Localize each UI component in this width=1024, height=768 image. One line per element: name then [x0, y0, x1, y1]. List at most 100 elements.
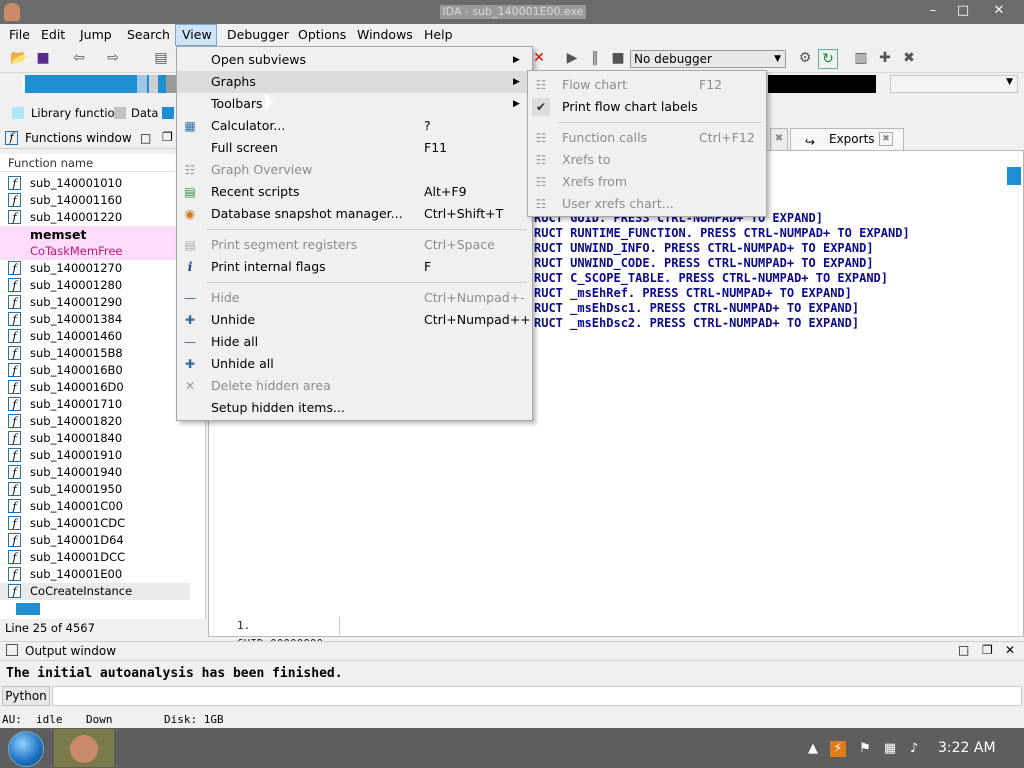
graphs-item-print-flow-chart-labels[interactable]: ✔ Print flow chart labels — [528, 96, 766, 118]
function-row[interactable]: f sub_140001CDC — [0, 515, 190, 532]
menu-options[interactable]: Options — [292, 24, 352, 46]
menu-edit[interactable]: Edit — [35, 24, 71, 46]
disassembly-status: 1. GUID:00000000 — [210, 617, 340, 650]
function-row[interactable]: f sub_140001DCC — [0, 549, 190, 566]
terminate-icon[interactable]: ■ — [609, 49, 627, 67]
view-menu-item-recent-scripts[interactable]: ▤ Recent scripts Alt+F9 — [177, 181, 532, 203]
view-menu-item-print-internal-flags[interactable]: i Print internal flags F — [177, 256, 532, 278]
view-menu-item-toolbars[interactable]: Toolbars ▶ — [177, 93, 532, 115]
menu-help[interactable]: Help — [418, 24, 459, 46]
view-menu-item-unhide[interactable]: ✚ Unhide Ctrl+Numpad++ — [177, 309, 532, 331]
function-row[interactable]: f sub_1400016B0 — [0, 362, 190, 379]
function-row[interactable]: f sub_140001384 — [0, 311, 190, 328]
flag-icon[interactable]: ⚑ — [857, 741, 873, 757]
segment-select[interactable]: ▼ — [890, 75, 1018, 93]
menu-separator — [558, 122, 762, 123]
function-icon: f — [8, 499, 21, 513]
tray-expand-icon[interactable]: ▲ — [805, 741, 821, 757]
network-icon[interactable]: ▦ — [882, 741, 898, 757]
forward-icon[interactable]: ⇨ — [104, 49, 122, 67]
function-row[interactable]: f sub_140001D64 — [0, 532, 190, 549]
function-row[interactable]: f sub_140001820 — [0, 413, 190, 430]
save-icon[interactable]: ■ — [34, 49, 52, 67]
layout-icon[interactable]: ▥ — [852, 49, 870, 67]
menu-view[interactable]: View — [175, 24, 217, 46]
function-row[interactable]: f sub_140001290 — [0, 294, 190, 311]
disassembly-line[interactable]: RUCT _msEhDsc1. PRESS CTRL-NUMPAD+ TO EX… — [534, 301, 859, 315]
function-row[interactable]: f sub_1400015B8 — [0, 345, 190, 362]
function-row[interactable]: f sub_140001460 — [0, 328, 190, 345]
tab-exports[interactable]: ↪ Exports ✖ — [790, 128, 904, 150]
tab-close-icon[interactable]: ✖ — [770, 128, 788, 150]
view-menu-item-calculator[interactable]: ▦ Calculator...? — [177, 115, 532, 137]
start-button[interactable] — [8, 731, 44, 767]
pause-icon[interactable]: ‖ — [586, 49, 604, 67]
debugger-select[interactable]: No debugger ▼ — [630, 50, 786, 68]
function-row[interactable]: f sub_140001710 — [0, 396, 190, 413]
navigation-band[interactable] — [22, 75, 178, 93]
function-row[interactable]: f sub_140001950 — [0, 481, 190, 498]
menu-windows[interactable]: Windows — [351, 24, 419, 46]
function-row[interactable]: f CoCreateInstance — [0, 583, 190, 600]
view-menu-item-hide-all[interactable]: — Hide all — [177, 331, 532, 353]
menu-item-label: Setup hidden items... — [211, 400, 345, 415]
view-menu-item-full-screen[interactable]: Full screen F11 — [177, 137, 532, 159]
disassembly-line[interactable]: RUCT UNWIND_CODE. PRESS CTRL-NUMPAD+ TO … — [534, 256, 874, 270]
pin-icon[interactable]: ✚ — [876, 49, 894, 67]
back-icon[interactable]: ⇦ — [70, 49, 88, 67]
float-icon[interactable]: ❐ — [982, 643, 993, 657]
function-icon: f — [8, 312, 21, 326]
function-row[interactable]: fCoTaskMemFree — [0, 243, 190, 260]
function-row[interactable]: f sub_140001280 — [0, 277, 190, 294]
function-row[interactable]: f sub_140001010 — [0, 175, 190, 192]
function-row[interactable]: f sub_140001220 — [0, 209, 190, 226]
disassembly-line[interactable]: RUCT _msEhRef. PRESS CTRL-NUMPAD+ TO EXP… — [534, 286, 852, 300]
function-row[interactable]: f sub_140001910 — [0, 447, 190, 464]
disassembly-line[interactable]: RUCT UNWIND_INFO. PRESS CTRL-NUMPAD+ TO … — [534, 241, 874, 255]
scroll-indicator[interactable] — [16, 603, 40, 615]
view-menu-item-open-subviews[interactable]: Open subviews ▶ — [177, 49, 532, 71]
minimize-button[interactable]: – — [918, 0, 948, 22]
start-debug-icon[interactable]: ▶ — [563, 49, 581, 67]
menu-bar: File Edit Jump Search View Debugger Opti… — [0, 24, 1024, 46]
float-icon[interactable]: ❐ — [162, 130, 173, 144]
disassembly-line[interactable]: RUCT RUNTIME_FUNCTION. PRESS CTRL-NUMPAD… — [534, 226, 910, 240]
menu-debugger[interactable]: Debugger — [221, 24, 295, 46]
python-input[interactable] — [52, 686, 1022, 706]
restore-icon[interactable]: □ — [140, 131, 151, 145]
python-button[interactable]: Python — [2, 686, 50, 706]
view-menu-item-database-snapshot-manager[interactable]: ◉ Database snapshot manager... Ctrl+Shift+… — [177, 203, 532, 225]
function-row[interactable]: f sub_140001840 — [0, 430, 190, 447]
maximize-button[interactable]: □ — [948, 0, 978, 22]
disassembly-line[interactable]: RUCT C_SCOPE_TABLE. PRESS CTRL-NUMPAD+ T… — [534, 271, 888, 285]
open-icon[interactable]: 📂 — [10, 49, 28, 67]
menu-jump[interactable]: Jump — [74, 24, 118, 46]
attach-icon[interactable]: ⚙ — [796, 49, 814, 67]
function-name-column-header[interactable]: Function name — [0, 154, 204, 172]
close-button[interactable]: ✕ — [984, 0, 1014, 22]
restore-icon[interactable]: □ — [958, 643, 969, 657]
function-row[interactable]: f sub_140001160 — [0, 192, 190, 209]
menu-search[interactable]: Search — [121, 24, 176, 46]
taskbar-app-ida[interactable] — [54, 729, 114, 767]
run-to-icon[interactable]: ↻ — [818, 49, 838, 69]
view-menu: Open subviews ▶ Graphs ▶ Toolbars ▶ ▦ Calculato… — [176, 46, 533, 421]
function-row[interactable]: f sub_1400016D0 — [0, 379, 190, 396]
function-row[interactable]: f sub_140001270 — [0, 260, 190, 277]
function-row[interactable]: f sub_140001C00 — [0, 498, 190, 515]
function-row[interactable]: f sub_140001E00 — [0, 566, 190, 583]
view-menu-item-setup-hidden-items[interactable]: Setup hidden items... — [177, 397, 532, 419]
close-icon[interactable]: ✖ — [879, 132, 893, 146]
view-menu-item-graphs[interactable]: Graphs ▶ — [177, 71, 532, 93]
binary-icon[interactable]: ▤ — [152, 49, 170, 67]
function-row[interactable]: f sub_140001940 — [0, 464, 190, 481]
clock[interactable]: 3:22 AM — [938, 740, 1008, 756]
menu-file[interactable]: File — [3, 24, 36, 46]
volume-icon[interactable]: ♪ — [906, 741, 922, 757]
function-row[interactable]: fmemset — [0, 226, 190, 243]
disassembly-line[interactable]: RUCT _msEhDsc2. PRESS CTRL-NUMPAD+ TO EX… — [534, 316, 859, 330]
close-icon[interactable]: ✕ — [1005, 643, 1015, 657]
tray-app-icon[interactable]: ⚡ — [830, 741, 846, 757]
view-menu-item-unhide-all[interactable]: ✚ Unhide all — [177, 353, 532, 375]
tools-icon[interactable]: ✖ — [900, 49, 918, 67]
